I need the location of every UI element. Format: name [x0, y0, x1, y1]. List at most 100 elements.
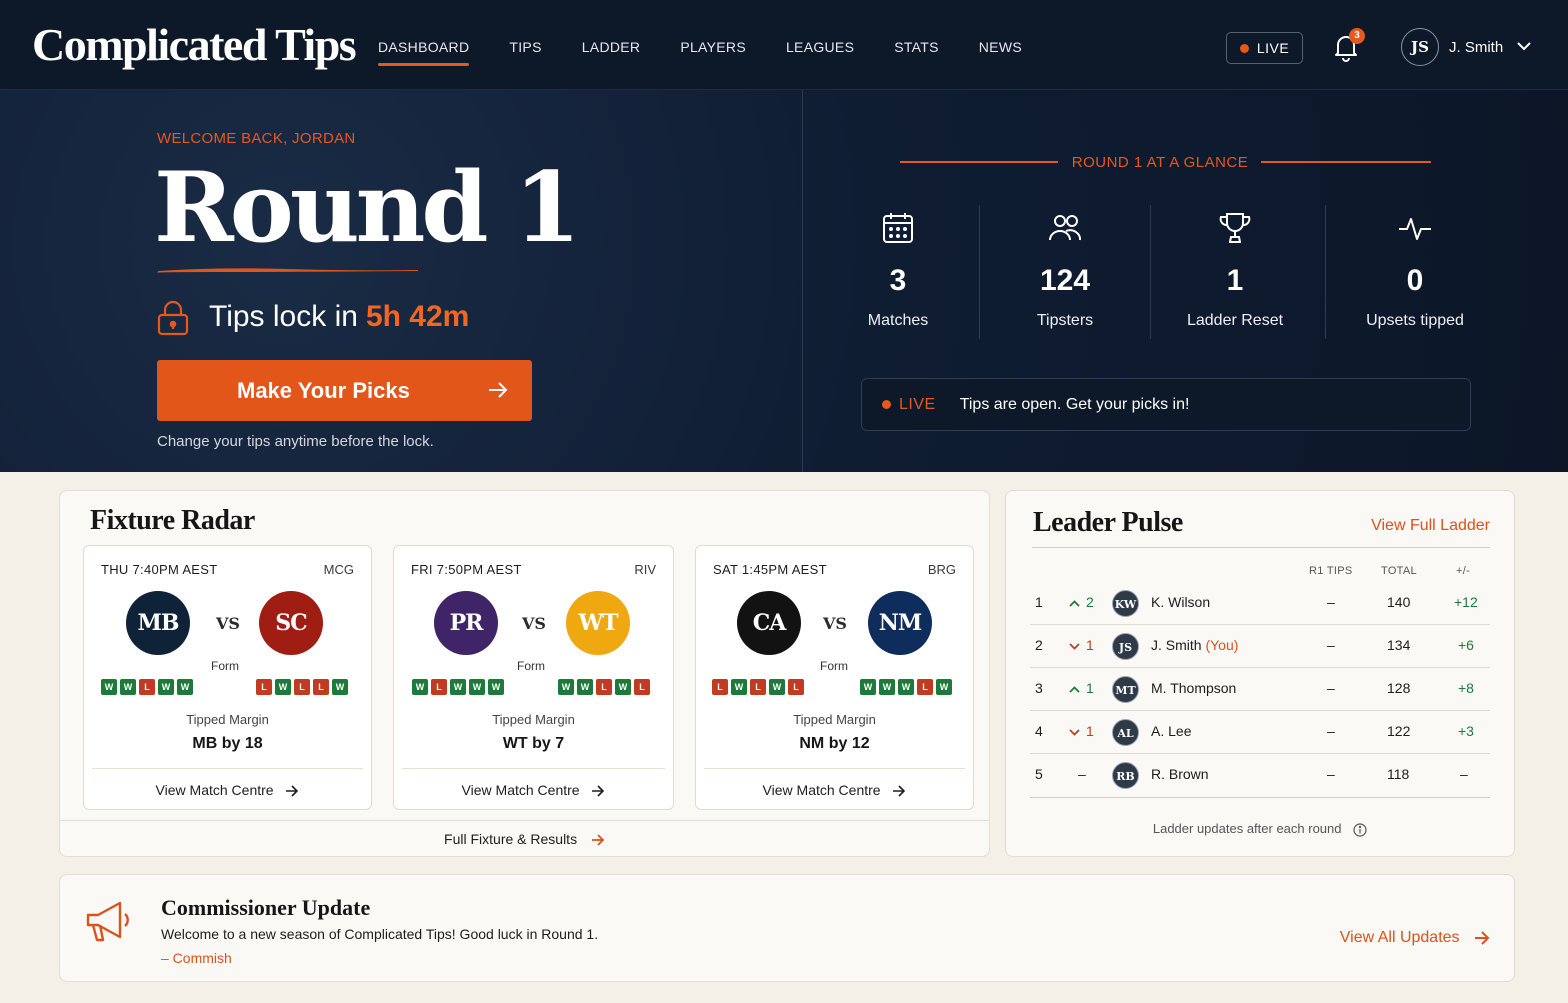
avatar: RB [1112, 762, 1139, 789]
form-result: W [577, 679, 593, 695]
view-full-ladder-link[interactable]: View Full Ladder [1371, 517, 1490, 535]
tipped-margin-value: MB by 18 [192, 735, 263, 752]
divider [60, 820, 989, 821]
form-label: Form [211, 659, 239, 673]
you-tag: (You) [1205, 637, 1239, 653]
form-result: L [431, 679, 447, 695]
view-match-centre-label: View Match Centre [461, 782, 580, 798]
view-all-updates-link[interactable]: View All Updates [1340, 929, 1490, 947]
form-result: L [596, 679, 612, 695]
ladder-r1-tips: – [1327, 637, 1335, 653]
avatar: KW [1112, 590, 1139, 617]
ladder-movement-value: 2 [1086, 594, 1094, 610]
nav-stats[interactable]: STATS [894, 0, 939, 90]
form-result: W [120, 679, 136, 695]
ladder-movement: 1 [1069, 637, 1094, 653]
form-result: L [917, 679, 933, 695]
nav-dashboard[interactable]: DASHBOARD [378, 0, 470, 90]
nav-news[interactable]: NEWS [979, 0, 1022, 90]
team-badge-home[interactable]: CA [737, 591, 801, 655]
nav-ladder[interactable]: LADDER [582, 0, 641, 90]
view-match-centre-label: View Match Centre [155, 782, 274, 798]
form-label: Form [517, 659, 545, 673]
ladder-row[interactable]: 2 1 JS J. Smith (You) – 134 +6 [1030, 625, 1490, 668]
ladder-total: 134 [1387, 637, 1411, 653]
stat-ladder-reset-label: Ladder Reset [1186, 312, 1284, 329]
team-badge-home[interactable]: PR [434, 591, 498, 655]
arrow-right-icon [893, 785, 906, 797]
tips-lock-countdown: Tips lock in 5h 42m [209, 300, 469, 334]
ladder-movement: 1 [1069, 680, 1094, 696]
vs-label: VS [823, 614, 847, 633]
ladder-footer-note: Ladder updates after each round [1006, 821, 1514, 837]
nav-leagues[interactable]: LEAGUES [786, 0, 854, 90]
live-button[interactable]: LIVE [1226, 32, 1303, 64]
glance-line-right [1261, 161, 1431, 163]
tipped-margin-label: Tipped Margin [186, 712, 269, 727]
fixture-venue: BRG [927, 562, 956, 577]
home-form: L W L W L [712, 679, 804, 695]
chevron-down-icon[interactable] [1517, 41, 1531, 51]
live-dot-icon [882, 400, 891, 409]
ladder-row[interactable]: 5 – RB R. Brown – 118 – [1030, 754, 1490, 797]
ladder-diff: – [1460, 766, 1468, 782]
full-fixture-link[interactable]: Full Fixture & Results [60, 831, 989, 847]
arrow-right-icon [488, 381, 508, 399]
away-form: W W L W L [558, 679, 650, 695]
view-match-centre-link[interactable]: View Match Centre [394, 782, 673, 798]
arrow-right-icon [592, 785, 605, 797]
ladder-player-name: R. Brown [1151, 766, 1209, 782]
ladder-row[interactable]: 4 1 AL A. Lee – 122 +3 [1030, 711, 1490, 754]
stat-upsets: 0 Upsets tipped [1355, 210, 1475, 330]
form-result: L [313, 679, 329, 695]
form-result: L [294, 679, 310, 695]
player-name: R. Brown [1151, 766, 1209, 782]
info-icon[interactable] [1353, 822, 1367, 837]
chevron-down-icon [1069, 729, 1080, 736]
view-match-centre-link[interactable]: View Match Centre [84, 782, 371, 798]
ladder-row[interactable]: 1 2 KW K. Wilson – 140 +12 [1030, 582, 1490, 625]
ladder-r1-tips: – [1327, 766, 1335, 782]
form-result: W [860, 679, 876, 695]
change-tips-note: Change your tips anytime before the lock… [157, 433, 434, 450]
form-result: L [788, 679, 804, 695]
stat-tipsters: 124 Tipsters [1015, 210, 1115, 330]
team-badge-away[interactable]: WT [566, 591, 630, 655]
stat-tipsters-value: 124 [1039, 264, 1091, 297]
nav-players[interactable]: PLAYERS [680, 0, 746, 90]
notification-badge: 3 [1349, 28, 1365, 44]
stat-matches-value: 3 [889, 264, 907, 297]
form-result: L [712, 679, 728, 695]
fixture-time: FRI 7:50PM AEST [411, 562, 522, 577]
team-badge-home[interactable]: MB [126, 591, 190, 655]
ladder-player-name: K. Wilson [1151, 594, 1210, 610]
team-badge-away[interactable]: SC [259, 591, 323, 655]
make-your-picks-button[interactable]: Make Your Picks [157, 360, 532, 421]
team-badge-away[interactable]: NM [868, 591, 932, 655]
ladder-row[interactable]: 3 1 MT M. Thompson – 128 +8 [1030, 668, 1490, 711]
vs-label: VS [522, 614, 546, 633]
user-avatar[interactable]: JS [1401, 28, 1439, 66]
ladder-r1-tips: – [1327, 594, 1335, 610]
form-result: W [101, 679, 117, 695]
make-your-picks-label: Make Your Picks [237, 377, 410, 403]
app-logo[interactable]: Complicated Tips [32, 18, 357, 71]
ladder-movement: 1 [1069, 723, 1094, 739]
ladder-r1-tips: – [1327, 680, 1335, 696]
form-result: W [558, 679, 574, 695]
live-button-label: LIVE [1256, 40, 1290, 56]
divider [1030, 797, 1490, 798]
avatar: AL [1112, 719, 1139, 746]
stat-tipsters-label: Tipsters [1036, 312, 1094, 329]
tipped-margin-label: Tipped Margin [793, 712, 876, 727]
form-result: W [177, 679, 193, 695]
avatar: JS [1112, 633, 1139, 660]
user-name[interactable]: J. Smith [1449, 39, 1503, 56]
view-match-centre-link[interactable]: View Match Centre [696, 782, 973, 798]
form-label: Form [820, 659, 848, 673]
stat-separator [1325, 205, 1326, 339]
ladder-movement-value: 1 [1086, 637, 1094, 653]
form-result: W [332, 679, 348, 695]
nav-tips[interactable]: TIPS [509, 0, 541, 90]
welcome-text: WELCOME BACK, JORDAN [157, 130, 356, 147]
